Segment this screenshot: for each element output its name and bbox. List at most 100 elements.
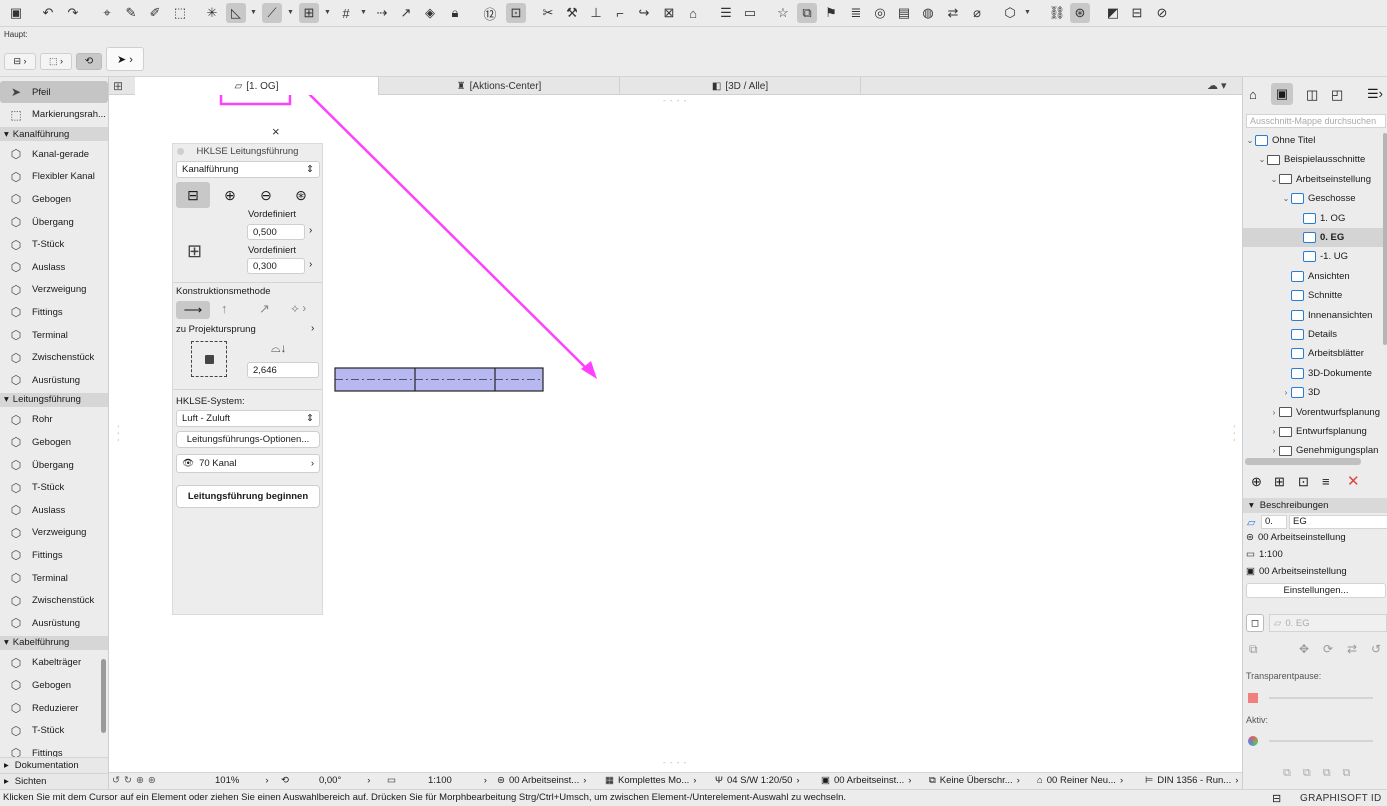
model-icon[interactable]: ⬡ xyxy=(1000,3,1020,23)
chevron-right-icon[interactable]: › xyxy=(309,225,312,236)
freeform-method-icon[interactable]: ⟡ › xyxy=(291,301,306,316)
compare-icon[interactable]: ⊟ xyxy=(1127,3,1147,23)
horizontal-scrollbar[interactable] xyxy=(1245,458,1361,465)
resize-icon[interactable]: ⊠ xyxy=(659,3,679,23)
chevron-right-icon[interactable]: › xyxy=(309,259,312,270)
snap-point-icon[interactable]: ⊞ xyxy=(299,3,319,23)
delete-icon[interactable]: ✕ xyxy=(1347,472,1360,490)
tool-item[interactable]: ⬡ Fittings xyxy=(0,301,108,323)
color-swatch[interactable] xyxy=(1248,693,1258,703)
tool-item[interactable]: ⬡ Auslass xyxy=(0,256,108,278)
guide-icon[interactable]: ⟋ xyxy=(262,3,282,23)
chevron-down-icon[interactable]: ⌄ xyxy=(1281,194,1291,203)
toolbox-scrollbar[interactable] xyxy=(101,659,106,733)
width-input[interactable]: 0,500 xyxy=(247,224,305,240)
chevron-right-icon[interactable]: › xyxy=(1269,427,1279,436)
tree-item[interactable]: Arbeitsblätter xyxy=(1243,344,1387,363)
tree-item[interactable]: Innenansichten xyxy=(1243,306,1387,325)
group-dokumentation[interactable]: ▸ Dokumentation xyxy=(0,757,108,773)
publish-icon[interactable]: ▤ xyxy=(894,3,914,23)
undo-icon[interactable]: ↶ xyxy=(38,3,58,23)
tool-item[interactable]: ⬡ Übergang xyxy=(0,211,108,233)
height-input[interactable]: 0,300 xyxy=(247,258,305,274)
chevron-down-icon[interactable]: ▼ xyxy=(250,9,257,16)
offset-icon[interactable]: ⌐ xyxy=(610,3,630,23)
inject-icon[interactable]: ✐ xyxy=(145,3,165,23)
tool-item[interactable]: ⬡ T-Stück xyxy=(0,720,108,742)
tool-item[interactable]: ⬡ Zwischenstück xyxy=(0,590,108,612)
rotate-view-icon[interactable]: ↺ xyxy=(112,775,120,786)
renovation-field[interactable]: ⌂ 00 Reiner Neu... › xyxy=(1037,775,1123,786)
trace-tools-icon[interactable]: ⧉⧉⧉⧉ xyxy=(1283,767,1362,780)
rotate-icon[interactable]: ⟳ xyxy=(1323,642,1333,656)
tool-item[interactable]: ⬡ T-Stück xyxy=(0,234,108,256)
tool-item[interactable]: ⬡ T-Stück xyxy=(0,477,108,499)
tool-item[interactable]: ⬡ Gebogen xyxy=(0,431,108,453)
redo-view-icon[interactable]: ↻ xyxy=(124,775,132,786)
pick-icon[interactable]: ⌖ xyxy=(97,3,117,23)
routing-options-button[interactable]: Leitungsführungs-Optionen... xyxy=(176,431,320,448)
tool-item[interactable]: ⬡ Kabelträger xyxy=(0,652,108,674)
tool-item[interactable]: ⬡ Rohr xyxy=(0,409,108,431)
original-view-icon[interactable]: ◻ xyxy=(1246,614,1264,632)
tool-item[interactable]: ⬡ Verzweigung xyxy=(0,279,108,301)
favorites-icon[interactable]: ☆ xyxy=(773,3,793,23)
vertical-method-icon[interactable]: ↑ xyxy=(221,301,228,316)
tool-item[interactable]: ⬡ Flexibler Kanal xyxy=(0,166,108,188)
teamwork-icon[interactable]: ◎ xyxy=(870,3,890,23)
tool-item[interactable]: ⬡ Fittings xyxy=(0,544,108,566)
tool-item[interactable]: ⬡ Ausrüstung xyxy=(0,612,108,634)
tool-item[interactable]: ⬡ Terminal xyxy=(0,567,108,589)
layer-filter-button[interactable]: ⊟ › xyxy=(4,53,36,70)
trace-icon[interactable]: ⧉ xyxy=(1249,642,1258,657)
angle-icon[interactable]: ◺ xyxy=(226,3,246,23)
properties-header[interactable]: ▾ Beschreibungen xyxy=(1243,498,1387,513)
trace-view-field[interactable]: ▱ 0. EG xyxy=(1269,614,1387,632)
view-id-input[interactable]: 0. xyxy=(1261,515,1287,529)
tree-item[interactable]: Ansichten xyxy=(1243,267,1387,286)
layers-icon[interactable]: ≣ xyxy=(846,3,866,23)
project-map-icon[interactable]: ⌂ xyxy=(1249,87,1257,102)
anchor-point-grid-icon[interactable] xyxy=(191,341,227,377)
grid-icon[interactable]: # xyxy=(336,3,356,23)
dimension-field[interactable]: ⊨ DIN 1356 - Run... › xyxy=(1145,775,1238,786)
chevron-right-icon[interactable]: › xyxy=(311,323,314,334)
chevron-down-icon[interactable]: ▼ xyxy=(1024,9,1031,16)
zoom-fit-icon[interactable]: ⊛ xyxy=(148,775,156,786)
chevron-down-icon[interactable]: ⌄ xyxy=(1245,136,1255,145)
layer-select[interactable]: 👁︎ 70 Kanal › xyxy=(176,454,320,473)
rect-profile-icon[interactable]: ⊟ xyxy=(176,182,210,208)
view-map-icon[interactable]: ▣ xyxy=(1271,83,1293,105)
tool-item[interactable]: ⬡ Fittings xyxy=(0,742,108,757)
shapes-icon[interactable]: ◈ xyxy=(420,3,440,23)
model-field[interactable]: ▦ Komplettes Mo... › xyxy=(605,775,696,786)
transform-icon[interactable]: ⬚ xyxy=(170,3,190,23)
arrow-tool-icon[interactable]: ➤ › xyxy=(106,47,144,71)
flex-profile-icon[interactable]: ⊛ xyxy=(286,182,316,208)
color-wheel-icon[interactable] xyxy=(1248,736,1258,746)
tree-item[interactable]: ⌄ Ohne Titel xyxy=(1243,131,1387,150)
selection-filter-button[interactable]: ⬚ › xyxy=(40,53,72,70)
publisher-icon[interactable]: ◰ xyxy=(1331,87,1343,103)
tree-item[interactable]: ⌄ Beispielausschnitte xyxy=(1243,150,1387,169)
transfer-icon[interactable]: ⇄ xyxy=(943,3,963,23)
tab-floor-plan[interactable]: ▱ [1. OG] xyxy=(135,77,379,95)
round-profile-icon[interactable]: ⊕ xyxy=(215,182,245,208)
save-icon[interactable]: ▣ xyxy=(6,3,26,23)
window-icon[interactable]: ▭ xyxy=(740,3,760,23)
tool-item[interactable]: ⬡ Zwischenstück xyxy=(0,347,108,369)
clone-view-icon[interactable]: ⊞ xyxy=(1274,474,1285,490)
issue-icon[interactable]: ⊘ xyxy=(1152,3,1172,23)
tool-item[interactable]: ⬡ Verzweigung xyxy=(0,522,108,544)
3d-icon[interactable]: ◍ xyxy=(918,3,938,23)
redo-icon[interactable]: ↷ xyxy=(63,3,83,23)
tab-action-center[interactable]: ♜ [Aktions-Center] xyxy=(379,77,620,95)
tree-item[interactable]: Schnitte xyxy=(1243,286,1387,305)
horizontal-method-icon[interactable]: ⟶ xyxy=(176,301,210,319)
magic-wand-icon[interactable]: ⟲ xyxy=(76,53,102,70)
begin-routing-button[interactable]: Leitungsführung beginnen xyxy=(176,485,320,508)
chevron-down-icon[interactable]: ⌄ xyxy=(1257,155,1267,164)
transparency-slider[interactable] xyxy=(1269,697,1373,699)
tab-3d[interactable]: ◧ [3D / Alle] xyxy=(620,77,861,95)
number-icon[interactable]: ⑫ xyxy=(480,3,500,23)
